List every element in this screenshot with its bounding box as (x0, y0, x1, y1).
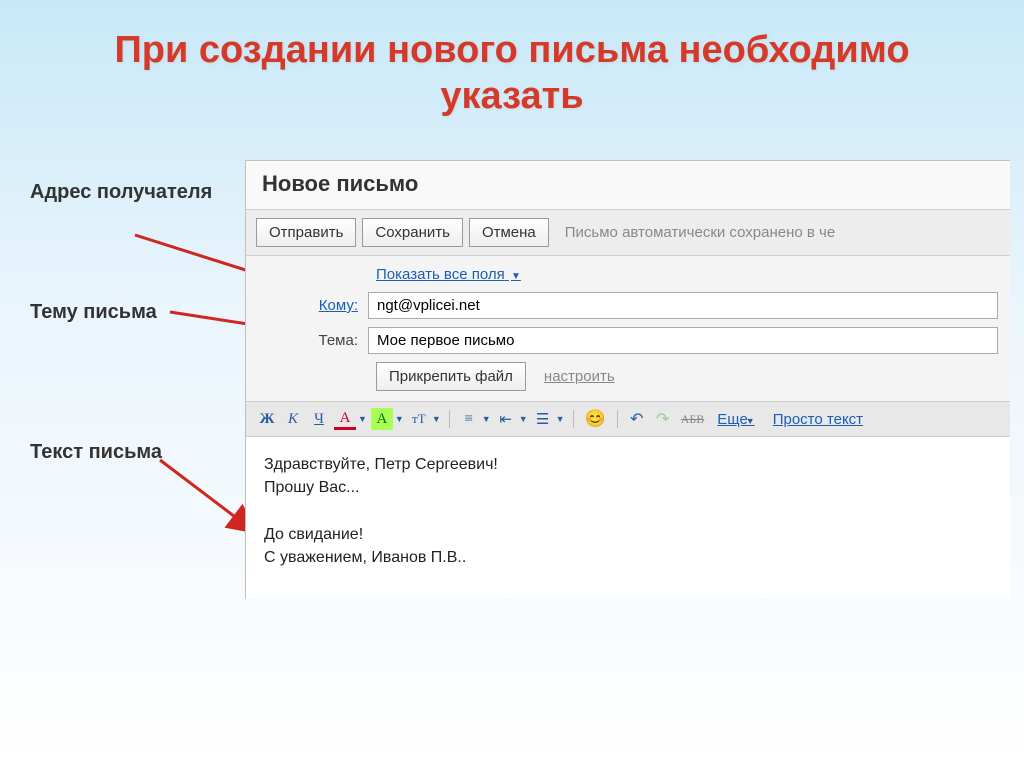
indent-dropdown-icon[interactable]: ▼ (519, 414, 528, 424)
configure-link[interactable]: настроить (544, 368, 615, 385)
redo-button[interactable]: ↷ (652, 408, 674, 430)
attach-file-button[interactable]: Прикрепить файл (376, 362, 526, 391)
separator (449, 410, 450, 428)
compose-panel: Новое письмо Отправить Сохранить Отмена … (245, 160, 1010, 599)
more-dropdown-icon: ▼ (746, 416, 755, 426)
highlight-button[interactable]: А (371, 408, 393, 430)
highlight-dropdown-icon[interactable]: ▼ (395, 414, 404, 424)
plain-text-link[interactable]: Просто текст (773, 411, 863, 428)
text-color-dropdown-icon[interactable]: ▼ (358, 414, 367, 424)
more-label: Еще (717, 411, 748, 428)
fields-area: Показать все поля ▼ Кому: Тема: Прикрепи… (246, 256, 1010, 401)
clear-format-button[interactable]: АБВ (678, 408, 708, 430)
chevron-down-icon: ▼ (511, 271, 521, 282)
save-button[interactable]: Сохранить (362, 218, 463, 247)
align-button[interactable]: ≡ (458, 408, 480, 430)
annotation-subject: Тему письма (30, 300, 157, 325)
list-dropdown-icon[interactable]: ▼ (556, 414, 565, 424)
underline-button[interactable]: Ч (308, 408, 330, 430)
compose-toolbar: Отправить Сохранить Отмена Письмо автома… (246, 209, 1010, 256)
italic-button[interactable]: К (282, 408, 304, 430)
separator-3 (617, 410, 618, 428)
undo-button[interactable]: ↶ (626, 408, 648, 430)
list-button[interactable]: ☰ (532, 408, 554, 430)
annotation-body: Текст письма (30, 440, 162, 465)
fontsize-dropdown-icon[interactable]: ▼ (432, 414, 441, 424)
autosave-status: Письмо автоматически сохранено в че (565, 224, 835, 241)
compose-title: Новое письмо (246, 161, 1010, 209)
separator-2 (573, 410, 574, 428)
more-link[interactable]: Еще▼ (717, 411, 754, 428)
to-label[interactable]: Кому: (258, 297, 368, 314)
subject-label: Тема: (258, 332, 368, 349)
format-toolbar: Ж К Ч А▼ А▼ тТ▼ ≡▼ ⇤▼ ☰▼ 😊 ↶ ↷ АБВ Еще▼ … (246, 401, 1010, 437)
send-button[interactable]: Отправить (256, 218, 356, 247)
subject-input[interactable] (368, 327, 998, 354)
align-dropdown-icon[interactable]: ▼ (482, 414, 491, 424)
text-color-button[interactable]: А (334, 408, 356, 430)
bold-button[interactable]: Ж (256, 408, 278, 430)
indent-button[interactable]: ⇤ (495, 408, 517, 430)
emoji-button[interactable]: 😊 (582, 408, 609, 430)
font-size-button[interactable]: тТ (408, 408, 430, 430)
cancel-button[interactable]: Отмена (469, 218, 549, 247)
slide-title: При создании нового письма необходимо ук… (0, 0, 1024, 129)
show-all-fields-link[interactable]: Показать все поля ▼ (376, 266, 521, 283)
annotation-recipient: Адрес получателя (30, 180, 212, 205)
show-all-fields-label: Показать все поля (376, 266, 505, 283)
to-input[interactable] (368, 292, 998, 319)
message-body-editor[interactable]: Здравствуйте, Петр Сергеевич! Прошу Вас.… (246, 437, 1010, 599)
